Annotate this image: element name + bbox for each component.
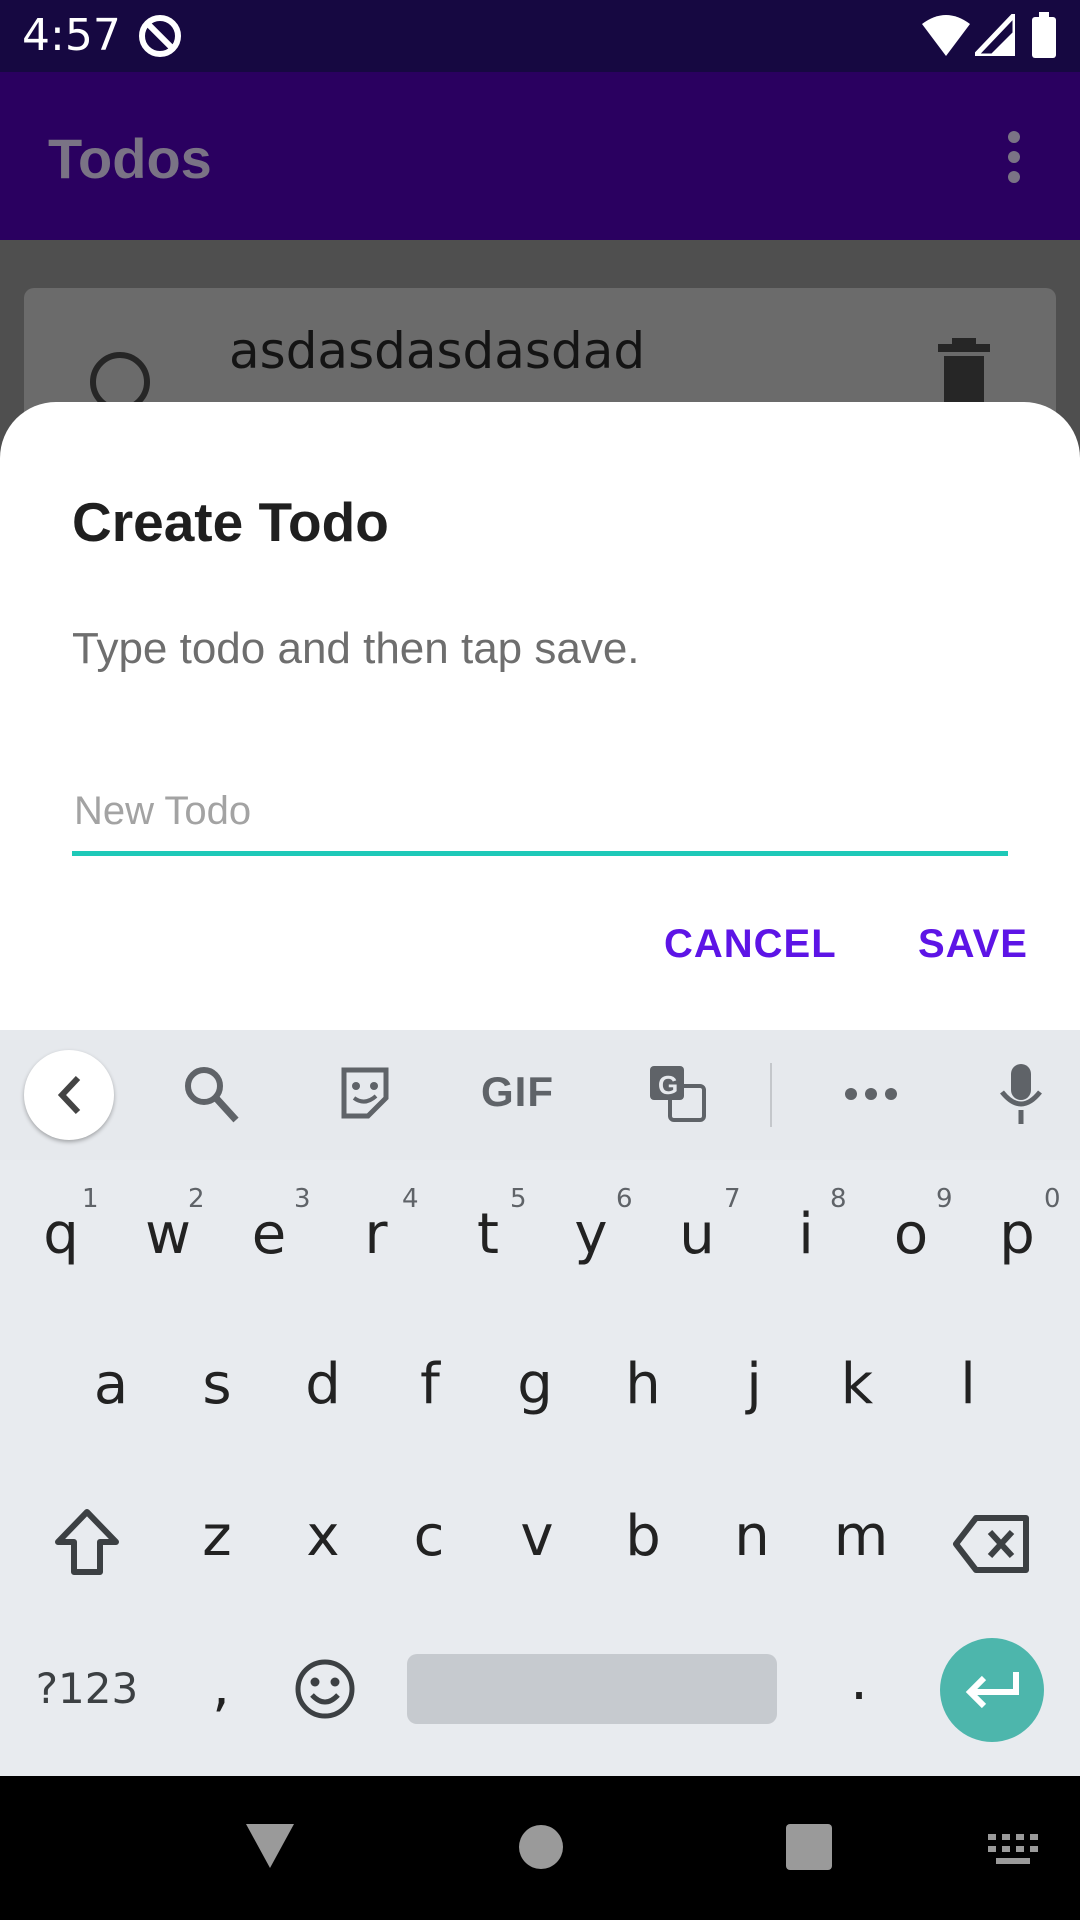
key-k[interactable]: k <box>832 1352 882 1417</box>
key-period[interactable]: . <box>846 1648 872 1713</box>
shift-icon[interactable] <box>52 1508 122 1578</box>
key-hint-6: 6 <box>616 1184 633 1214</box>
key-hint-9: 9 <box>936 1184 953 1214</box>
key-n[interactable]: n <box>724 1504 780 1569</box>
save-button[interactable]: SAVE <box>918 922 1028 967</box>
svg-text:G: G <box>658 1070 678 1100</box>
key-i[interactable]: i <box>786 1202 826 1267</box>
key-y[interactable]: y <box>566 1202 616 1267</box>
navigation-bar <box>0 1776 1080 1920</box>
backspace-icon[interactable] <box>952 1514 1032 1574</box>
status-bar: 4:57 <box>0 0 1080 72</box>
dialog-message: Type todo and then tap save. <box>72 624 640 673</box>
search-icon[interactable] <box>182 1064 240 1124</box>
key-comma[interactable]: , <box>206 1654 236 1719</box>
soft-keyboard: GIF G q w e r t y u i o p 1 2 3 4 5 6 7 … <box>0 1030 1080 1776</box>
sticker-icon[interactable] <box>338 1064 392 1120</box>
wifi-icon <box>922 15 970 56</box>
more-options-icon[interactable] <box>843 1086 899 1102</box>
microphone-icon[interactable] <box>998 1064 1044 1126</box>
key-hint-4: 4 <box>402 1184 419 1214</box>
key-hint-1: 1 <box>82 1184 99 1214</box>
cell-signal-icon <box>975 14 1015 56</box>
dialog-title: Create Todo <box>72 491 389 553</box>
key-d[interactable]: d <box>298 1352 348 1417</box>
create-todo-dialog: Create Todo Type todo and then tap save.… <box>0 402 1080 1032</box>
home-icon[interactable] <box>518 1824 564 1870</box>
key-hint-3: 3 <box>294 1184 311 1214</box>
chevron-left-icon <box>57 1075 81 1115</box>
key-j[interactable]: j <box>734 1352 774 1417</box>
key-b[interactable]: b <box>618 1504 668 1569</box>
toolbar-divider <box>770 1063 772 1127</box>
new-todo-input[interactable] <box>72 780 1008 856</box>
key-v[interactable]: v <box>512 1504 562 1569</box>
key-e[interactable]: e <box>244 1202 294 1267</box>
key-p[interactable]: p <box>992 1202 1042 1267</box>
back-icon[interactable] <box>244 1822 296 1870</box>
status-time: 4:57 <box>22 10 121 61</box>
key-x[interactable]: x <box>298 1504 348 1569</box>
key-q[interactable]: q <box>36 1202 86 1267</box>
key-o[interactable]: o <box>886 1202 936 1267</box>
key-s[interactable]: s <box>192 1352 242 1417</box>
cancel-button[interactable]: CANCEL <box>664 922 837 967</box>
collapse-toolbar-button[interactable] <box>24 1050 114 1140</box>
recents-icon[interactable] <box>786 1824 832 1870</box>
translate-icon[interactable]: G <box>648 1064 706 1122</box>
key-hint-8: 8 <box>830 1184 847 1214</box>
keyboard-toolbar: GIF G <box>0 1030 1080 1160</box>
app-bar: Todos <box>0 72 1080 240</box>
key-l[interactable]: l <box>948 1352 988 1417</box>
trash-icon[interactable] <box>934 338 994 408</box>
key-hint-2: 2 <box>188 1184 205 1214</box>
key-h[interactable]: h <box>618 1352 668 1417</box>
key-u[interactable]: u <box>672 1202 722 1267</box>
key-hint-7: 7 <box>724 1184 741 1214</box>
key-hint-0: 0 <box>1044 1184 1061 1214</box>
symbols-key[interactable]: ?123 <box>34 1664 140 1713</box>
todo-text: asdasdasdasdad <box>229 322 646 380</box>
keyboard-switch-icon[interactable] <box>988 1834 1038 1864</box>
battery-icon <box>1032 12 1056 58</box>
key-hint-5: 5 <box>510 1184 527 1214</box>
key-r[interactable]: r <box>356 1202 396 1267</box>
gif-button[interactable]: GIF <box>481 1068 554 1116</box>
key-g[interactable]: g <box>510 1352 560 1417</box>
app-title: Todos <box>48 127 212 190</box>
emoji-icon[interactable] <box>294 1658 356 1720</box>
key-a[interactable]: a <box>86 1352 136 1417</box>
spacebar[interactable] <box>407 1654 777 1724</box>
key-m[interactable]: m <box>826 1504 896 1569</box>
enter-key[interactable] <box>940 1638 1044 1742</box>
notification-icon <box>139 15 181 57</box>
key-f[interactable]: f <box>410 1352 450 1417</box>
overflow-menu-icon[interactable] <box>990 127 1038 187</box>
key-z[interactable]: z <box>192 1504 242 1569</box>
enter-icon <box>965 1672 1019 1709</box>
key-t[interactable]: t <box>468 1202 508 1267</box>
key-c[interactable]: c <box>404 1504 454 1569</box>
